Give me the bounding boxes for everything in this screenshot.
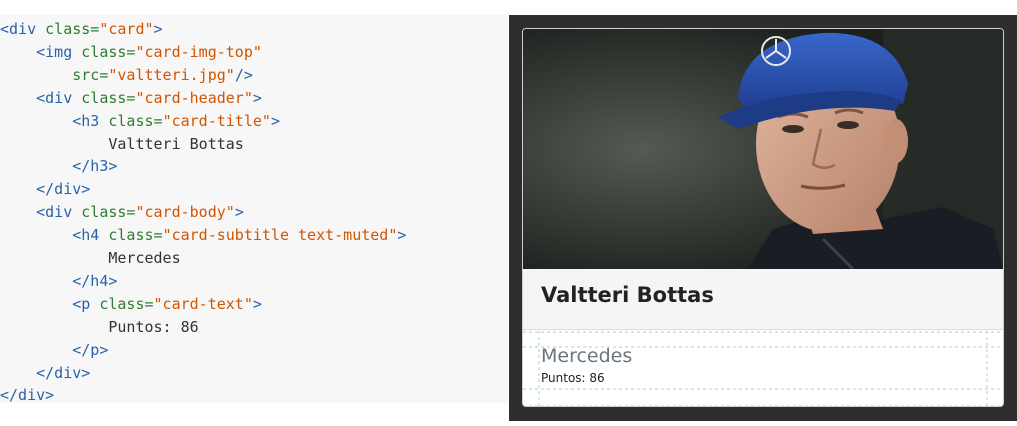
code-line: </h4> bbox=[0, 270, 117, 293]
code-listing: <div class="card"> <img class="card-img-… bbox=[0, 15, 508, 404]
code-token-val: "card-body" bbox=[135, 203, 235, 222]
card-title: Valtteri Bottas bbox=[541, 283, 714, 307]
card-image bbox=[523, 29, 1003, 269]
code-token-tag: </h3> bbox=[72, 157, 118, 176]
code-token-tag: <div bbox=[0, 20, 46, 38]
code-line: <div class="card-header"> bbox=[0, 87, 262, 110]
code-token-tag: </div> bbox=[36, 180, 91, 199]
code-line: <div class="card"> bbox=[0, 18, 163, 41]
code-token-attr: class= bbox=[108, 111, 163, 130]
code-token-tag: > bbox=[397, 226, 407, 245]
code-line: <p class="card-text"> bbox=[0, 293, 262, 316]
code-token-attr: src= bbox=[72, 65, 109, 84]
code-token-tag: <div bbox=[36, 203, 82, 222]
code-line: <div class="card-body"> bbox=[0, 201, 244, 224]
code-token-val: "card-text" bbox=[153, 294, 253, 313]
card-subtitle: Mercedes bbox=[541, 345, 633, 367]
code-token-tag: </div> bbox=[0, 386, 55, 405]
preview-frame: Valtteri Bottas Mercedes Puntos: 86 bbox=[509, 15, 1017, 421]
code-token-val: "card-subtitle text-muted" bbox=[162, 226, 398, 245]
card-text: Puntos: 86 bbox=[541, 371, 605, 385]
code-token-val: "card-title" bbox=[162, 111, 271, 130]
code-token-tag: </p> bbox=[72, 340, 109, 359]
code-line: <img class="card-img-top" bbox=[0, 41, 262, 64]
code-line: Mercedes bbox=[0, 247, 181, 270]
card-header: Valtteri Bottas bbox=[523, 269, 1003, 330]
code-token-val: "card" bbox=[99, 20, 154, 38]
card: Valtteri Bottas Mercedes Puntos: 86 bbox=[522, 28, 1004, 407]
code-token-tag: > bbox=[234, 203, 244, 222]
code-token-attr: class= bbox=[108, 226, 163, 245]
code-token-tag: > bbox=[252, 294, 262, 313]
code-line: </h3> bbox=[0, 155, 117, 178]
driver-photo-icon bbox=[523, 29, 1003, 269]
code-token-tag: > bbox=[153, 20, 163, 38]
code-line: Valtteri Bottas bbox=[0, 133, 244, 156]
code-token-attr: class= bbox=[99, 294, 154, 313]
code-token-tag: </h4> bbox=[72, 271, 118, 290]
code-token-tag: <p bbox=[72, 294, 100, 313]
code-token-attr: class= bbox=[81, 203, 136, 222]
code-line: </p> bbox=[0, 339, 108, 362]
code-token-tag: </div> bbox=[36, 363, 91, 382]
code-token-attr: class= bbox=[81, 42, 136, 61]
code-token-tag: <div bbox=[36, 88, 82, 107]
code-token-val: "card-img-top" bbox=[135, 42, 262, 61]
card-body: Mercedes Puntos: 86 bbox=[523, 331, 1003, 406]
layout-guides bbox=[523, 331, 1003, 406]
code-token-tag: <img bbox=[36, 42, 82, 61]
code-token-tag: > bbox=[270, 111, 280, 130]
code-token-tag: <h3 bbox=[72, 111, 109, 130]
code-token-val: "valtteri.jpg" bbox=[108, 65, 235, 84]
code-line: </div> bbox=[0, 362, 90, 385]
code-line: </div> bbox=[0, 178, 90, 201]
code-token-text: Valtteri Bottas bbox=[0, 134, 244, 153]
code-token-tag: > bbox=[252, 88, 262, 107]
code-line: Puntos: 86 bbox=[0, 316, 199, 339]
code-token-tag: <h4 bbox=[72, 226, 109, 245]
code-token-tag: /> bbox=[234, 65, 253, 84]
code-token-text: Puntos: 86 bbox=[0, 317, 199, 336]
code-line: <h4 class="card-subtitle text-muted"> bbox=[0, 224, 406, 247]
code-line: </div> bbox=[0, 384, 54, 407]
code-line: src="valtteri.jpg"/> bbox=[0, 64, 253, 87]
code-token-val: "card-header" bbox=[135, 88, 253, 107]
code-token-text: Mercedes bbox=[0, 249, 181, 267]
code-token-attr: class= bbox=[45, 20, 100, 38]
code-token-attr: class= bbox=[81, 88, 136, 107]
code-line: <h3 class="card-title"> bbox=[0, 110, 280, 133]
